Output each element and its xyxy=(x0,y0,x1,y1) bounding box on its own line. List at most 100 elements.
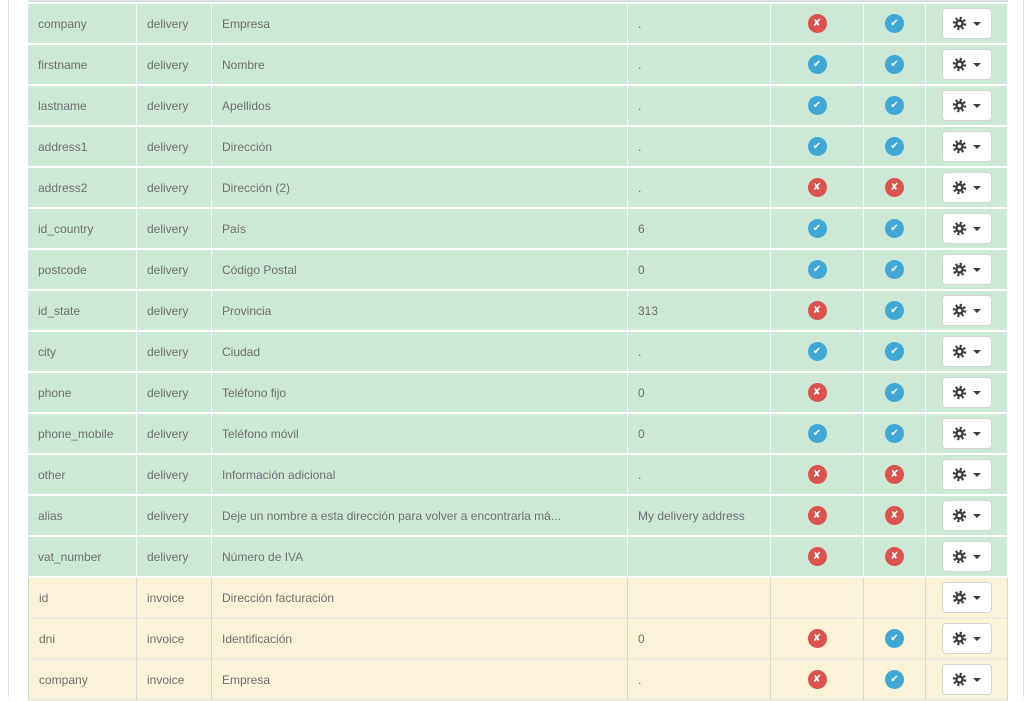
cell-field-name: address1 xyxy=(28,127,137,168)
cell-actions xyxy=(926,45,1008,86)
cell-status-b: ✔ xyxy=(864,45,926,86)
caret-down-icon xyxy=(973,555,981,559)
cell-actions xyxy=(926,332,1008,373)
check-icon: ✔ xyxy=(808,424,827,443)
cell-field-value xyxy=(628,537,771,578)
caret-down-icon xyxy=(973,104,981,108)
cell-address-type: delivery xyxy=(137,209,212,250)
check-icon: ✔ xyxy=(885,96,904,115)
cell-actions xyxy=(926,578,1008,619)
caret-down-icon xyxy=(973,145,981,149)
actions-dropdown-button[interactable] xyxy=(942,90,992,121)
address-fields-page: company delivery Empresa . ✘ ✔ firstname… xyxy=(0,0,1035,697)
actions-dropdown-button[interactable] xyxy=(942,664,992,695)
table-row: id invoice Dirección facturación xyxy=(28,578,1008,619)
actions-dropdown-button[interactable] xyxy=(942,541,992,572)
check-icon: ✔ xyxy=(885,260,904,279)
caret-down-icon xyxy=(973,22,981,26)
actions-dropdown-button[interactable] xyxy=(942,8,992,39)
check-icon: ✔ xyxy=(808,55,827,74)
actions-dropdown-button[interactable] xyxy=(942,459,992,490)
cell-address-type: delivery xyxy=(137,414,212,455)
cell-field-name: city xyxy=(28,332,137,373)
gear-icon xyxy=(952,57,967,72)
cell-field-name: other xyxy=(28,455,137,496)
cell-field-value: 6 xyxy=(628,209,771,250)
actions-dropdown-button[interactable] xyxy=(942,49,992,80)
check-icon: ✔ xyxy=(808,342,827,361)
cell-field-value: . xyxy=(628,127,771,168)
cell-field-value: . xyxy=(628,45,771,86)
cell-address-type: invoice xyxy=(137,619,212,660)
cell-status-b: ✘ xyxy=(864,496,926,537)
actions-dropdown-button[interactable] xyxy=(942,295,992,326)
cell-field-label: Identificación xyxy=(212,619,628,660)
gear-icon xyxy=(952,426,967,441)
cell-field-label: Teléfono móvil xyxy=(212,414,628,455)
actions-dropdown-button[interactable] xyxy=(942,500,992,531)
actions-dropdown-button[interactable] xyxy=(942,418,992,449)
cell-actions xyxy=(926,127,1008,168)
cell-field-name: id_country xyxy=(28,209,137,250)
cell-field-label: Apellidos xyxy=(212,86,628,127)
caret-down-icon xyxy=(973,186,981,190)
cell-address-type: delivery xyxy=(137,455,212,496)
cell-field-label: Provincia xyxy=(212,291,628,332)
address-fields-table-container: company delivery Empresa . ✘ ✔ firstname… xyxy=(28,0,1008,701)
cell-status-a: ✔ xyxy=(771,332,864,373)
cell-actions xyxy=(926,168,1008,209)
gear-icon xyxy=(952,98,967,113)
cell-actions xyxy=(926,250,1008,291)
gear-icon xyxy=(952,139,967,154)
cell-field-label: Ciudad xyxy=(212,332,628,373)
cell-status-b: ✘ xyxy=(864,537,926,578)
gear-icon xyxy=(952,16,967,31)
table-row: address1 delivery Dirección . ✔ ✔ xyxy=(28,127,1008,168)
actions-dropdown-button[interactable] xyxy=(942,213,992,244)
actions-dropdown-button[interactable] xyxy=(942,623,992,654)
cell-status-a: ✘ xyxy=(771,4,864,45)
cell-address-type: delivery xyxy=(137,332,212,373)
actions-dropdown-button[interactable] xyxy=(942,336,992,367)
cell-status-b: ✔ xyxy=(864,619,926,660)
table-row: alias delivery Deje un nombre a esta dir… xyxy=(28,496,1008,537)
caret-down-icon xyxy=(973,596,981,600)
gear-icon xyxy=(952,508,967,523)
cross-icon: ✘ xyxy=(808,547,827,566)
check-icon: ✔ xyxy=(885,301,904,320)
gear-icon xyxy=(952,672,967,687)
check-icon: ✔ xyxy=(885,670,904,689)
cell-field-name: postcode xyxy=(28,250,137,291)
cell-address-type: delivery xyxy=(137,45,212,86)
cell-address-type: delivery xyxy=(137,537,212,578)
gear-icon xyxy=(952,221,967,236)
caret-down-icon xyxy=(973,227,981,231)
check-icon: ✔ xyxy=(808,96,827,115)
cell-status-b: ✔ xyxy=(864,660,926,701)
table-row: phone_mobile delivery Teléfono móvil 0 ✔… xyxy=(28,414,1008,455)
actions-dropdown-button[interactable] xyxy=(942,131,992,162)
cell-field-value: 0 xyxy=(628,250,771,291)
cell-field-label: Deje un nombre a esta dirección para vol… xyxy=(212,496,628,537)
actions-dropdown-button[interactable] xyxy=(942,172,992,203)
check-icon: ✔ xyxy=(808,260,827,279)
cell-status-b: ✔ xyxy=(864,250,926,291)
actions-dropdown-button[interactable] xyxy=(942,377,992,408)
check-icon: ✔ xyxy=(885,55,904,74)
check-icon: ✔ xyxy=(885,342,904,361)
cell-address-type: delivery xyxy=(137,4,212,45)
cell-address-type: delivery xyxy=(137,250,212,291)
cross-icon: ✘ xyxy=(808,670,827,689)
table-row: lastname delivery Apellidos . ✔ ✔ xyxy=(28,86,1008,127)
cell-status-b: ✘ xyxy=(864,455,926,496)
gear-icon xyxy=(952,262,967,277)
cell-field-label: Teléfono fijo xyxy=(212,373,628,414)
actions-dropdown-button[interactable] xyxy=(942,582,992,613)
cell-status-b: ✔ xyxy=(864,209,926,250)
caret-down-icon xyxy=(973,637,981,641)
cell-status-a: ✘ xyxy=(771,291,864,332)
cell-status-a: ✘ xyxy=(771,373,864,414)
cell-field-value: . xyxy=(628,86,771,127)
actions-dropdown-button[interactable] xyxy=(942,254,992,285)
cell-field-value: . xyxy=(628,660,771,701)
